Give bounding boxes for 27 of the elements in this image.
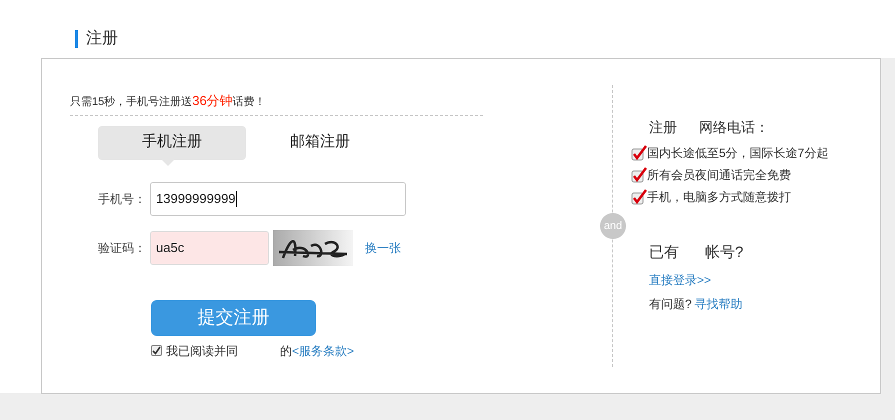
agree-checkbox[interactable] xyxy=(151,345,162,356)
benefit-text: 所有会员夜间通话完全免费 xyxy=(647,167,791,184)
tab[interactable]: 邮箱注册 xyxy=(246,126,394,160)
help-link[interactable]: 寻找帮助 xyxy=(694,294,743,312)
benefit-text: 国内长途低至5分，国际长途7分起 xyxy=(647,145,828,162)
benefits-heading: 注册 xyxy=(649,118,677,137)
check-icon xyxy=(631,189,647,205)
field-label: 手机号： xyxy=(97,190,147,208)
agreement-text: 的 xyxy=(280,342,292,360)
benefit-text: 手机，电脑多方式随意拨打 xyxy=(647,189,791,206)
terms-link[interactable]: <服务条款> xyxy=(292,342,354,360)
benefits-heading: 网络电话： xyxy=(699,118,769,137)
captcha-field[interactable]: ua5c xyxy=(150,230,269,264)
check-icon xyxy=(631,167,647,183)
promo-text: 只需15秒，手机号注册送36分钟话费！ xyxy=(70,92,267,110)
login-link[interactable]: 直接登录>> xyxy=(649,270,828,288)
field-label: 验证码： xyxy=(97,240,147,256)
help-label: 有问题? xyxy=(649,296,692,312)
agreement-text: 我已阅读并同 xyxy=(166,342,238,360)
account-question: 帐号? xyxy=(705,243,744,263)
account-question: 已有 xyxy=(649,243,679,263)
submit-button[interactable]: 提交注册 xyxy=(151,300,316,336)
page-title: 注册 xyxy=(86,28,118,49)
phone-field[interactable]: 13999999999 xyxy=(150,182,406,216)
refresh-link[interactable]: 换一张 xyxy=(365,238,401,256)
check-icon xyxy=(631,145,647,161)
tab-pointer xyxy=(162,160,174,166)
